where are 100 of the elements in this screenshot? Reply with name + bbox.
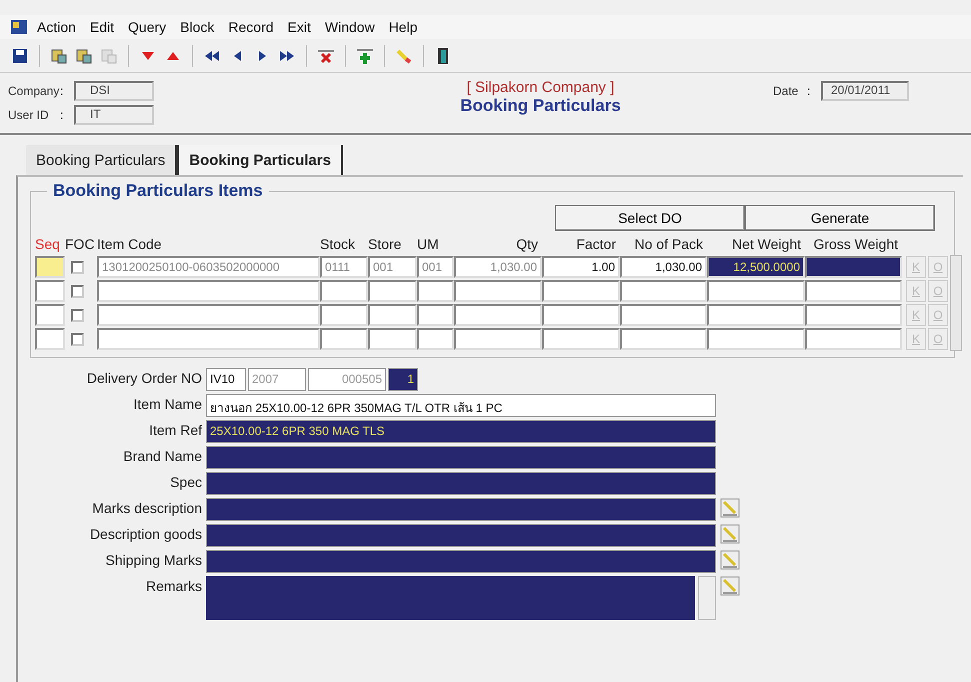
table-cell[interactable] [320, 280, 368, 302]
menu-item[interactable]: Action [32, 19, 81, 35]
field-label: Date [773, 84, 800, 98]
table-cell[interactable] [417, 328, 454, 350]
field-label: Marks description [91, 499, 202, 518]
menu-item[interactable]: Help [384, 19, 422, 35]
table-cell[interactable] [454, 304, 542, 326]
menu-item[interactable]: Record [223, 19, 279, 35]
section-title: Booking Particulars Items [47, 181, 269, 201]
user-field[interactable]: IT [74, 105, 154, 125]
table-cell[interactable]: 0111 [320, 256, 368, 278]
table-cell[interactable]: 12,500.0000 [707, 256, 805, 278]
table-cell[interactable] [707, 280, 805, 302]
seq-cell[interactable] [35, 328, 65, 350]
column-header: Item Code [97, 236, 163, 252]
table-cell[interactable]: 001 [417, 256, 454, 278]
tab[interactable]: Booking Particulars [26, 145, 178, 175]
table-cell[interactable] [454, 328, 542, 350]
menu-item[interactable]: Window [320, 19, 380, 35]
table-cell[interactable]: 1301200250100-0603502000000 [97, 256, 320, 278]
text-field[interactable]: 25X10.00-12 6PR 350 MAG TLS [206, 420, 716, 443]
table-cell[interactable] [805, 328, 902, 350]
delivery-order-field[interactable]: IV10 [206, 368, 246, 391]
table-cell[interactable] [97, 280, 320, 302]
text-field[interactable] [206, 472, 716, 495]
table-cell[interactable] [542, 328, 620, 350]
scrollbar[interactable] [950, 255, 962, 351]
tab[interactable]: Booking Particulars [177, 145, 343, 175]
field-label: Brand Name [122, 447, 202, 466]
field-label: Description goods [88, 525, 202, 544]
scrollbar[interactable] [698, 576, 716, 620]
company-field[interactable]: DSI [74, 81, 154, 101]
table-cell[interactable] [620, 280, 707, 302]
table-cell[interactable] [805, 256, 902, 278]
text-field[interactable]: ยางนอก 25X10.00-12 6PR 350MAG T/L OTR เส้น 1 PC [206, 394, 716, 417]
action-button[interactable]: Generate [745, 205, 935, 231]
edit-pencil-icon[interactable] [720, 550, 740, 570]
table-cell[interactable] [620, 328, 707, 350]
insert-record-icon [356, 46, 374, 64]
field-label: Shipping Marks [104, 551, 202, 570]
database-icon [75, 46, 93, 64]
menu-item[interactable]: Edit [84, 19, 120, 35]
checkbox[interactable] [71, 308, 84, 322]
table-cell[interactable]: 001 [368, 256, 417, 278]
seq-cell[interactable] [35, 280, 65, 302]
column-header: Qty [515, 236, 539, 252]
table-cell[interactable] [542, 280, 620, 302]
menu-item[interactable]: Block [175, 19, 220, 35]
separator-colon: : [807, 84, 812, 98]
table-cell[interactable] [805, 280, 902, 302]
seq-cell[interactable] [35, 256, 65, 278]
edit-pencil-icon[interactable] [720, 576, 740, 596]
table-cell[interactable]: 1,030.00 [454, 256, 542, 278]
form-title: Booking Particulars [460, 96, 621, 116]
table-cell[interactable] [707, 328, 805, 350]
column-header: Net Weight [731, 236, 802, 252]
edit-pencil-icon[interactable] [720, 498, 740, 518]
table-cell[interactable] [97, 304, 320, 326]
table-cell[interactable] [368, 280, 417, 302]
text-field[interactable] [206, 550, 716, 573]
table-cell[interactable] [417, 280, 454, 302]
table-cell[interactable] [320, 328, 368, 350]
table-cell[interactable] [620, 304, 707, 326]
seq-cell[interactable] [35, 304, 65, 326]
field-label: Item Ref [148, 421, 202, 440]
next-record-icon [258, 50, 266, 60]
table-cell[interactable] [368, 304, 417, 326]
triangle-up-icon [167, 52, 179, 60]
text-field[interactable] [206, 498, 716, 521]
remarks-field[interactable] [206, 576, 695, 620]
column-header: Gross Weight [812, 236, 899, 252]
edit-pencil-icon[interactable] [720, 524, 740, 544]
table-cell[interactable] [368, 328, 417, 350]
column-header: Factor [575, 236, 617, 252]
date-field[interactable]: 20/01/2011 [821, 81, 909, 101]
table-cell[interactable] [707, 304, 805, 326]
delivery-order-field[interactable]: 1 [388, 368, 418, 391]
table-cell[interactable] [805, 304, 902, 326]
table-cell[interactable] [542, 304, 620, 326]
text-field[interactable] [206, 446, 716, 469]
company-name: [ Silpakorn Company ] [466, 79, 614, 96]
table-cell[interactable] [97, 328, 320, 350]
action-button[interactable]: Select DO [555, 205, 745, 231]
checkbox[interactable] [71, 260, 84, 274]
table-cell[interactable] [320, 304, 368, 326]
text-field[interactable] [206, 524, 716, 547]
checkbox[interactable] [71, 332, 84, 346]
table-cell[interactable]: 1.00 [542, 256, 620, 278]
checkbox[interactable] [71, 284, 84, 298]
menu-item[interactable]: Query [123, 19, 172, 35]
column-header: No of Pack [634, 236, 704, 252]
menu-item[interactable]: Exit [282, 19, 316, 35]
table-cell[interactable] [454, 280, 542, 302]
eraser-icon [395, 46, 413, 64]
separator-colon: : [60, 84, 64, 98]
table-cell[interactable]: 1,030.00 [620, 256, 707, 278]
previous-record-icon [234, 50, 240, 60]
table-cell[interactable] [417, 304, 454, 326]
last-record-icon [280, 50, 294, 60]
database-icon [100, 46, 118, 64]
